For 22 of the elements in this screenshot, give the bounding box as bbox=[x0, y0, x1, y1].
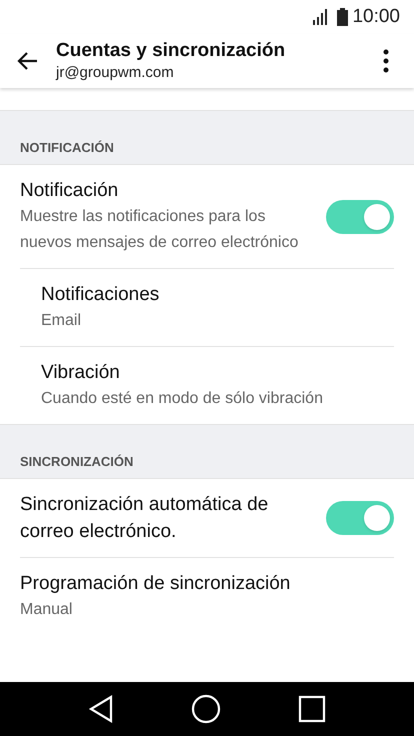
setting-description: Cuando esté en modo de sólo vibración bbox=[41, 389, 324, 409]
recents-nav-icon[interactable] bbox=[298, 695, 326, 723]
account-email: jr@groupwm.com bbox=[56, 63, 175, 83]
setting-title: Vibración bbox=[41, 361, 121, 385]
section-header: SINCRONIZACIÓN bbox=[20, 452, 134, 470]
setting-title: Programación de sincronización bbox=[20, 572, 292, 596]
more-vertical-icon bbox=[383, 49, 389, 73]
clock-time: 10:00 bbox=[352, 4, 400, 29]
setting-description: Muestre las notificaciones para los nuevos mensajes de correo electrónico bbox=[20, 207, 300, 253]
battery-icon bbox=[337, 8, 348, 26]
signal-icon bbox=[313, 9, 330, 25]
setting-title: Sincronización automática de correo electrónico. bbox=[20, 493, 270, 544]
toggle-switch[interactable] bbox=[326, 200, 394, 234]
setting-title: Notificaciones bbox=[41, 283, 160, 307]
setting-description: Email bbox=[41, 311, 82, 331]
screen-title: Cuentas y sincronización bbox=[56, 39, 286, 63]
section-header: NOTIFICACIÓN bbox=[20, 138, 114, 156]
setting-description: Manual bbox=[20, 600, 74, 620]
home-nav-icon[interactable] bbox=[190, 694, 221, 724]
setting-title: Notificación bbox=[20, 179, 120, 203]
toggle-switch[interactable] bbox=[326, 501, 394, 535]
back-nav-icon[interactable] bbox=[88, 695, 114, 723]
